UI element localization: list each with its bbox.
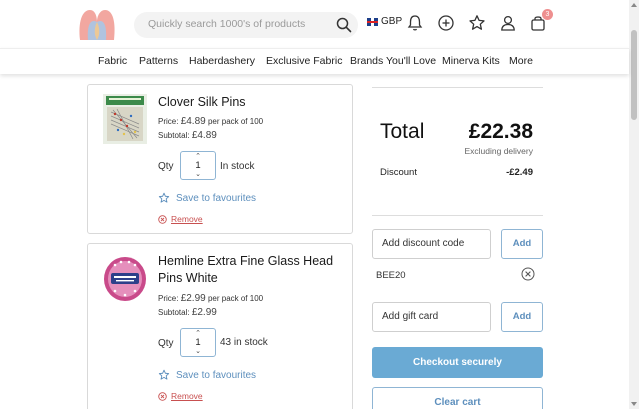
- add-discount-button[interactable]: Add: [501, 229, 543, 259]
- chevron-up-icon[interactable]: ⌃: [181, 330, 215, 337]
- plus-circle-icon[interactable]: [437, 14, 455, 32]
- save-to-favourites-link[interactable]: Save to favourites: [158, 192, 256, 204]
- applied-discount-code: BEE20: [376, 270, 406, 281]
- subtotal-value: £2.99: [191, 307, 217, 318]
- excluding-delivery-note: Excluding delivery: [464, 146, 533, 156]
- divider: [372, 87, 543, 88]
- quantity-stepper[interactable]: ⌃ 1 ⌄: [180, 328, 216, 357]
- currency-selector[interactable]: GBP: [367, 16, 402, 27]
- discount-label: Discount: [380, 167, 417, 178]
- total-value: £22.38: [468, 120, 533, 143]
- order-summary: Total £22.38 Excluding delivery Discount…: [372, 74, 543, 409]
- product-image[interactable]: [103, 94, 147, 144]
- nav-item-exclusive-fabric[interactable]: Exclusive Fabric: [266, 55, 342, 67]
- stock-status: 43 in stock: [220, 337, 268, 348]
- close-icon[interactable]: [521, 267, 535, 286]
- discount-value: -£2.49: [506, 167, 533, 178]
- nav-item-fabric[interactable]: Fabric: [98, 55, 127, 67]
- save-to-favourites-link[interactable]: Save to favourites: [158, 369, 256, 381]
- total-label: Total: [380, 120, 425, 143]
- checkout-button[interactable]: Checkout securely: [372, 347, 543, 378]
- clear-cart-button[interactable]: Clear cart: [372, 387, 543, 409]
- subtotal-label: Subtotal:: [158, 308, 190, 317]
- nav-item-patterns[interactable]: Patterns: [139, 55, 178, 67]
- cart-item: Clover Silk Pins Price: £4.89 per pack o…: [87, 84, 353, 234]
- quantity-value[interactable]: 1: [181, 337, 215, 348]
- scroll-up-icon[interactable]: [631, 3, 637, 7]
- product-subtotal: Subtotal: £4.89: [158, 130, 217, 141]
- nav-item-haberdashery[interactable]: Haberdashery: [189, 55, 255, 67]
- chevron-up-icon[interactable]: ⌃: [181, 153, 215, 160]
- quantity-stepper[interactable]: ⌃ 1 ⌄: [180, 151, 216, 180]
- product-name[interactable]: Clover Silk Pins: [158, 94, 343, 111]
- main-nav: Fabric Patterns Haberdashery Exclusive F…: [0, 48, 629, 74]
- remove-label: Remove: [171, 391, 203, 401]
- product-price: Price: £2.99 per pack of 100: [158, 293, 263, 304]
- favourite-label: Save to favourites: [176, 192, 257, 204]
- bell-icon[interactable]: [406, 14, 424, 32]
- add-gift-card-button[interactable]: Add: [501, 302, 543, 332]
- scroll-down-icon[interactable]: [631, 402, 637, 406]
- price-value: £2.99: [180, 293, 206, 304]
- scrollbar-thumb[interactable]: [631, 30, 637, 120]
- quantity-value[interactable]: 1: [181, 160, 215, 171]
- remove-icon: [158, 214, 167, 224]
- user-icon[interactable]: [499, 14, 517, 32]
- cart-count-badge: 3: [542, 9, 553, 20]
- flag-uk-icon: [367, 17, 378, 26]
- chevron-down-icon[interactable]: ⌄: [181, 348, 215, 355]
- price-value: £4.89: [180, 116, 206, 127]
- discount-code-input[interactable]: Add discount code: [372, 229, 491, 259]
- favourite-label: Save to favourites: [176, 369, 257, 381]
- qty-label: Qty: [158, 338, 174, 349]
- subtotal-value: £4.89: [191, 130, 217, 141]
- product-price: Price: £4.89 per pack of 100: [158, 116, 263, 127]
- page-scrollbar[interactable]: [629, 0, 639, 409]
- currency-label: GBP: [381, 16, 403, 27]
- cart-item: Hemline Extra Fine Glass Head Pins White…: [87, 243, 353, 409]
- star-icon[interactable]: [468, 14, 486, 32]
- chevron-down-icon[interactable]: ⌄: [181, 171, 215, 178]
- price-suffix: per pack of 100: [207, 294, 264, 303]
- search-input[interactable]: Quickly search 1000's of products: [148, 18, 305, 30]
- search-bar[interactable]: Quickly search 1000's of products: [134, 12, 358, 38]
- divider: [372, 215, 543, 216]
- price-label: Price:: [158, 294, 179, 303]
- product-subtotal: Subtotal: £2.99: [158, 307, 217, 318]
- star-icon: [158, 369, 170, 380]
- nav-item-more[interactable]: More: [509, 55, 533, 67]
- remove-label: Remove: [171, 214, 203, 224]
- stock-status: In stock: [220, 161, 255, 172]
- remove-icon: [158, 391, 167, 401]
- remove-link[interactable]: Remove: [158, 391, 203, 401]
- logo-icon[interactable]: [78, 8, 116, 42]
- price-suffix: per pack of 100: [207, 117, 264, 126]
- search-icon[interactable]: [336, 17, 352, 38]
- subtotal-label: Subtotal:: [158, 131, 190, 140]
- product-image[interactable]: [103, 253, 147, 303]
- product-name[interactable]: Hemline Extra Fine Glass Head Pins White: [158, 253, 343, 287]
- price-label: Price:: [158, 117, 179, 126]
- site-header: Quickly search 1000's of products GBP 3: [0, 0, 629, 48]
- gift-card-input[interactable]: Add gift card: [372, 302, 491, 332]
- star-icon: [158, 192, 170, 203]
- remove-link[interactable]: Remove: [158, 214, 203, 224]
- nav-item-minerva-kits[interactable]: Minerva Kits: [442, 55, 500, 67]
- nav-item-brands[interactable]: Brands You'll Love: [350, 55, 436, 67]
- qty-label: Qty: [158, 161, 174, 172]
